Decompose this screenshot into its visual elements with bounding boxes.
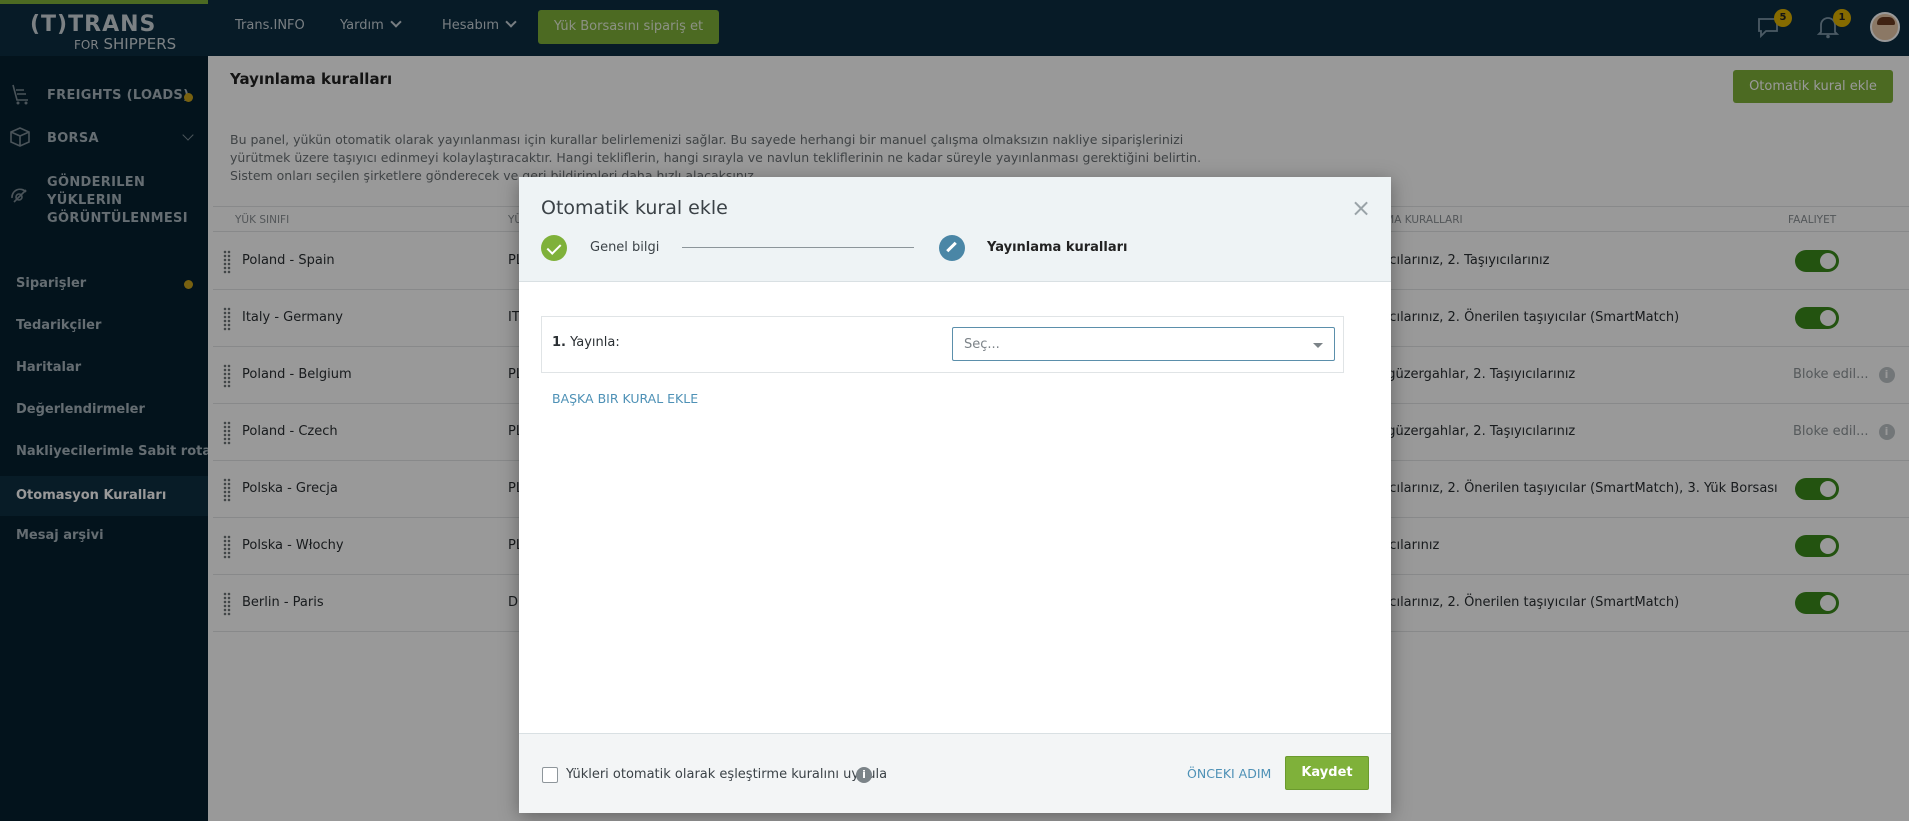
- add-auto-rule-modal: Otomatik kural ekle × Genel bilgi Yayınl…: [519, 177, 1391, 813]
- publish-target-select[interactable]: Seç...: [952, 327, 1335, 361]
- step-edit-pencil-icon: [939, 235, 965, 261]
- info-icon[interactable]: i: [856, 767, 872, 783]
- save-button[interactable]: Kaydet: [1285, 756, 1369, 790]
- rule-row: 1. Yayınla: Seç...: [541, 316, 1344, 373]
- add-another-rule-link[interactable]: BAŞKA BIR KURAL EKLE: [552, 391, 698, 406]
- modal-footer: Yükleri otomatik olarak eşleştirme kural…: [519, 733, 1391, 813]
- close-icon[interactable]: ×: [1351, 196, 1371, 220]
- rule-label: 1. Yayınla:: [552, 335, 620, 350]
- auto-match-checkbox[interactable]: [542, 767, 558, 783]
- auto-match-label[interactable]: Yükleri otomatik olarak eşleştirme kural…: [566, 767, 887, 782]
- step-publishing-rules: Yayınlama kuralları: [987, 240, 1128, 255]
- caret-down-icon: [1313, 343, 1323, 348]
- modal-header: Otomatik kural ekle × Genel bilgi Yayınl…: [519, 177, 1391, 282]
- step-connector: [682, 247, 914, 248]
- modal-title: Otomatik kural ekle: [541, 197, 728, 219]
- step-complete-check-icon: [541, 235, 567, 261]
- select-placeholder: Seç...: [964, 337, 1000, 352]
- step-general-info[interactable]: Genel bilgi: [590, 240, 659, 255]
- previous-step-button[interactable]: ÖNCEKI ADIM: [1187, 766, 1271, 781]
